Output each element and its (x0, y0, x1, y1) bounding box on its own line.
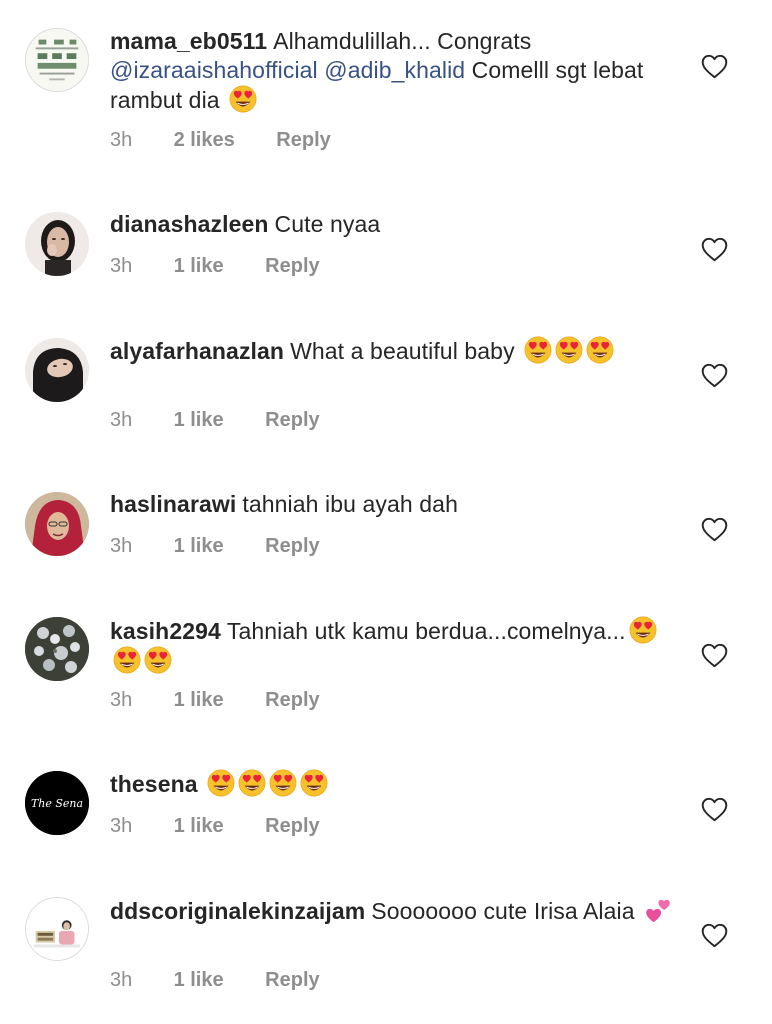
heart-eyes-emoji (113, 646, 141, 674)
like-heart-icon[interactable] (701, 54, 728, 79)
comment-timestamp: 3h (110, 689, 133, 711)
comment-meta: 3h 1 like Reply (110, 254, 320, 278)
heart-eyes-emoji (629, 616, 657, 644)
reply-button[interactable]: Reply (276, 128, 330, 152)
comment-timestamp: 3h (110, 535, 133, 557)
comment-meta: 3h 1 like Reply (110, 688, 320, 712)
comment-body-text: tahniah ibu ayah dah (242, 491, 458, 517)
reply-button[interactable]: Reply (265, 968, 319, 992)
like-heart-icon[interactable] (701, 643, 728, 668)
likes-count-button[interactable]: 1 like (174, 814, 224, 838)
heart-eyes-emoji (555, 336, 583, 364)
comment-text: ddscoriginalekinzaijam Sooooooo cute Iris… (110, 896, 680, 926)
reply-button[interactable]: Reply (265, 534, 319, 558)
comment-text: mama_eb0511 Alhamdulillah... Congrats @iz… (110, 27, 680, 115)
comment-body-text: Tahniah utk kamu berdua...comelnya... (226, 618, 626, 644)
username-link[interactable]: alyafarhanazlan (110, 338, 284, 364)
like-heart-icon[interactable] (701, 797, 728, 822)
likes-count-button[interactable]: 1 like (174, 968, 224, 992)
likes-count-button[interactable]: 1 like (174, 534, 224, 558)
mention-link[interactable]: @izaraaishahofficial (110, 57, 318, 83)
two-hearts-emoji (644, 896, 672, 924)
comment-text: haslinarawi tahniah ibu ayah dah (110, 490, 680, 519)
heart-eyes-emoji (207, 769, 235, 797)
likes-count-button[interactable]: 1 like (174, 254, 224, 278)
likes-count-button[interactable]: 1 like (174, 688, 224, 712)
comment-text: dianashazleen Cute nyaa (110, 210, 680, 239)
comment-meta: 3h 1 like Reply (110, 408, 320, 432)
avatar[interactable] (25, 28, 89, 92)
comment-text: kasih2294 Tahniah utk kamu berdua...comel… (110, 616, 680, 676)
comment-text: alyafarhanazlan What a beautiful baby (110, 336, 680, 366)
comment-meta: 3h 2 likes Reply (110, 128, 331, 152)
username-link[interactable]: kasih2294 (110, 618, 221, 644)
comment-timestamp: 3h (110, 409, 133, 431)
heart-eyes-emoji (229, 85, 257, 113)
comment-body-text: What a beautiful baby (290, 338, 522, 364)
heart-eyes-emoji (238, 769, 266, 797)
comment-timestamp: 3h (110, 969, 133, 991)
avatar[interactable] (25, 338, 89, 402)
reply-button[interactable]: Reply (265, 254, 319, 278)
heart-eyes-emoji (524, 336, 552, 364)
username-link[interactable]: dianashazleen (110, 211, 269, 237)
heart-eyes-emoji (144, 646, 172, 674)
avatar[interactable]: The Sena (25, 771, 89, 835)
avatar[interactable] (25, 897, 89, 961)
username-link[interactable]: ddscoriginalekinzaijam (110, 898, 365, 924)
reply-button[interactable]: Reply (265, 688, 319, 712)
username-link[interactable]: thesena (110, 771, 198, 797)
avatar-logo-text: The Sena (31, 797, 83, 810)
comment-meta: 3h 1 like Reply (110, 814, 320, 838)
likes-count-button[interactable]: 2 likes (174, 128, 235, 152)
comment-text: thesena (110, 769, 680, 799)
comment-timestamp: 3h (110, 129, 133, 151)
comment-meta: 3h 1 like Reply (110, 968, 320, 992)
like-heart-icon[interactable] (701, 517, 728, 542)
comment-timestamp: 3h (110, 815, 133, 837)
avatar[interactable] (25, 617, 89, 681)
like-heart-icon[interactable] (701, 237, 728, 262)
mention-link[interactable]: @adib_khalid (324, 57, 465, 83)
likes-count-button[interactable]: 1 like (174, 408, 224, 432)
heart-eyes-emoji (300, 769, 328, 797)
username-link[interactable]: mama_eb0511 (110, 28, 267, 54)
reply-button[interactable]: Reply (265, 408, 319, 432)
heart-eyes-emoji (269, 769, 297, 797)
reply-button[interactable]: Reply (265, 814, 319, 838)
comment-body-text: Sooooooo cute Irisa Alaia (371, 898, 642, 924)
like-heart-icon[interactable] (701, 363, 728, 388)
comment-timestamp: 3h (110, 255, 133, 277)
comment-body-text: Alhamdulillah... Congrats (273, 28, 532, 54)
like-heart-icon[interactable] (701, 923, 728, 948)
avatar[interactable] (25, 492, 89, 556)
comment-body-text: Cute nyaa (274, 211, 381, 237)
heart-eyes-emoji (586, 336, 614, 364)
comment-meta: 3h 1 like Reply (110, 534, 320, 558)
avatar[interactable] (25, 212, 89, 276)
username-link[interactable]: haslinarawi (110, 491, 236, 517)
